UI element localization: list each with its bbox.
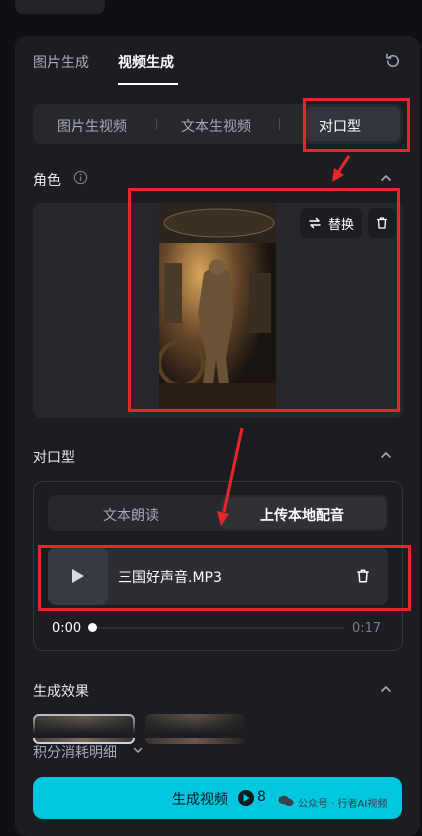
subtab-divider [156, 118, 157, 130]
chevron-down-icon[interactable] [132, 744, 144, 756]
annotation-box [128, 188, 400, 412]
chevron-up-icon[interactable] [379, 171, 393, 185]
time-duration: 0:17 [352, 621, 382, 636]
chevron-up-icon[interactable] [379, 682, 393, 696]
annotation-box [303, 98, 410, 152]
mode-text-reading[interactable]: 文本朗读 [103, 505, 159, 525]
credit-coin-icon [238, 790, 254, 806]
scroll-fade [15, 712, 420, 738]
info-icon[interactable] [73, 170, 88, 185]
refresh-icon[interactable] [384, 52, 402, 70]
watermark-text: 公众号 · 行者AI视频 [298, 799, 388, 810]
audio-progress-track[interactable] [92, 627, 344, 629]
role-section-title: 角色 [33, 173, 61, 189]
lipsync-section-title: 对口型 [33, 450, 75, 466]
chevron-up-icon[interactable] [379, 448, 393, 462]
subtab-image-to-video[interactable]: 图片生视频 [57, 116, 127, 136]
top-card-stub [15, 0, 105, 14]
tab-video-generation[interactable]: 视频生成 [118, 52, 174, 72]
active-tab-indicator [118, 83, 178, 85]
generate-cost: 8 [257, 789, 266, 805]
generate-button-label: 生成视频 [172, 792, 228, 808]
audio-progress-handle[interactable] [88, 623, 97, 632]
time-current: 0:00 [52, 621, 82, 636]
watermark: 公众号 · 行者AI视频 [278, 793, 418, 813]
annotation-box [38, 545, 411, 611]
mode-upload-local-audio[interactable]: 上传本地配音 [260, 505, 344, 525]
subtab-divider [279, 118, 280, 130]
effect-section-title: 生成效果 [33, 684, 89, 700]
cost-detail-toggle[interactable]: 积分消耗明细 [33, 742, 117, 762]
wechat-icon [278, 795, 294, 807]
subtab-text-to-video[interactable]: 文本生视频 [181, 116, 251, 136]
tab-image-generation[interactable]: 图片生成 [33, 52, 89, 72]
